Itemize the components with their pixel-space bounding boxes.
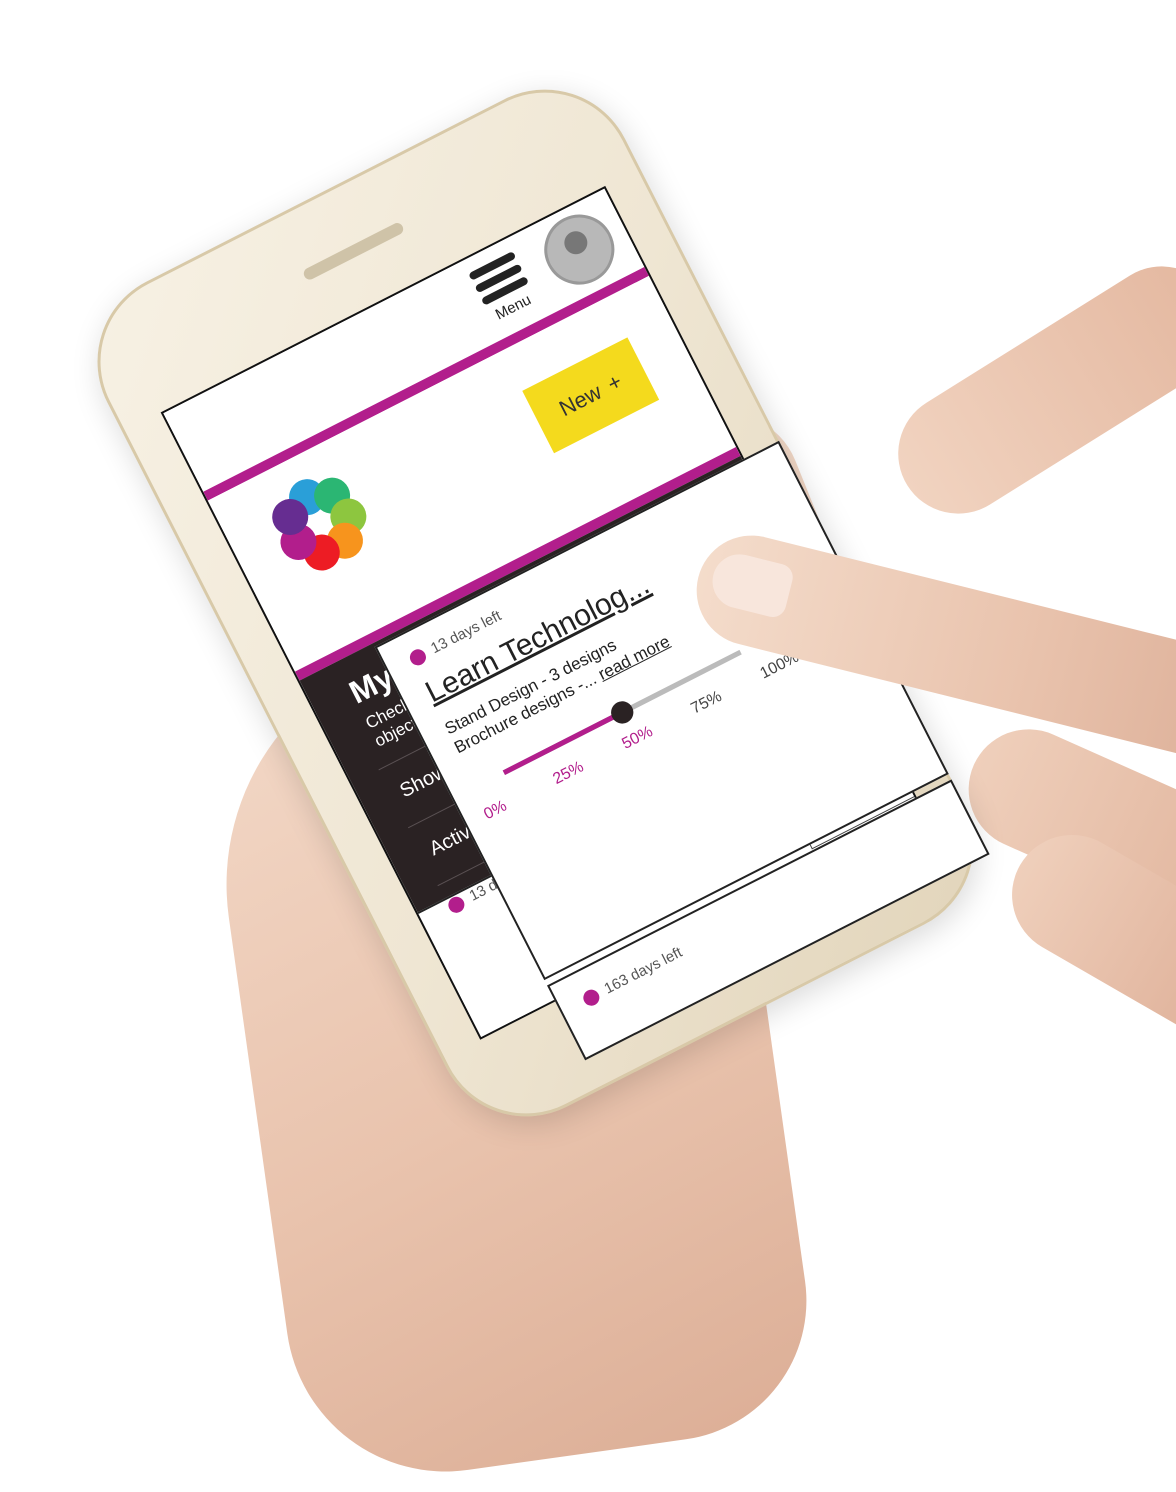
alarm-clock-icon xyxy=(580,986,602,1009)
slider-handle[interactable] xyxy=(607,697,637,727)
fingernail xyxy=(706,548,796,620)
days-left-text: 163 days left xyxy=(601,943,686,998)
alarm-clock-icon xyxy=(445,893,467,916)
alarm-clock-icon xyxy=(406,646,429,668)
speaker-grille xyxy=(301,220,406,282)
